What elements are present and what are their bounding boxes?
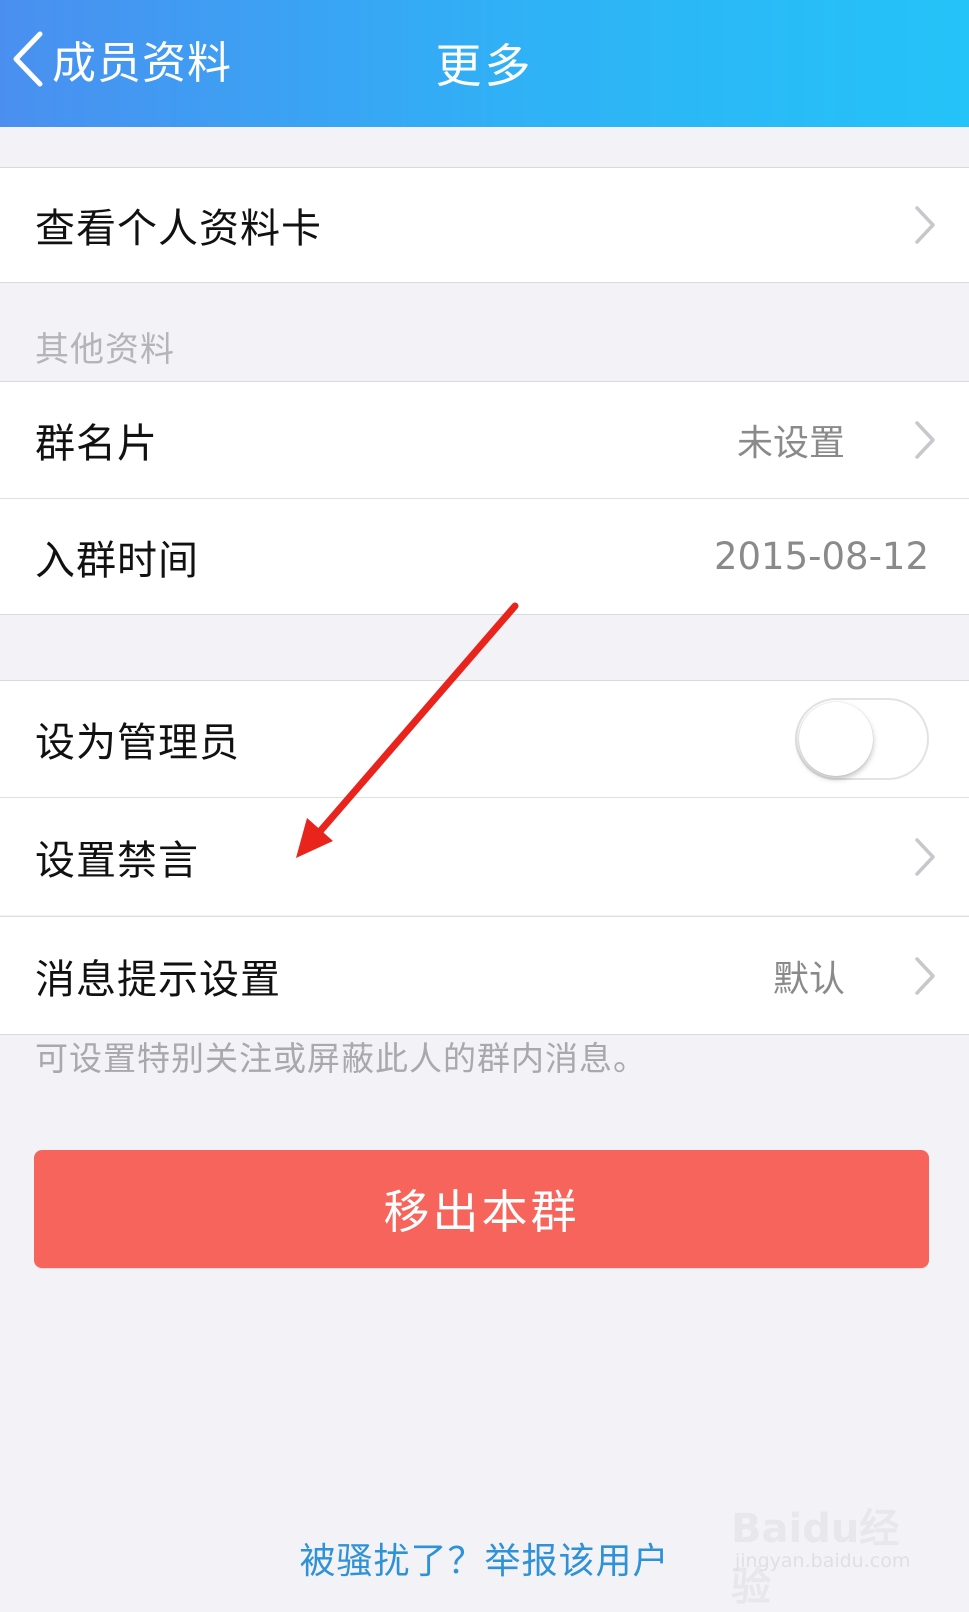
toggle-knob [799,702,873,776]
message-notify-label: 消息提示设置 [35,956,281,1003]
view-profile-card-label: 查看个人资料卡 [35,206,322,252]
join-time-label: 入群时间 [35,537,199,584]
chevron-right-icon [915,837,935,876]
watermark: Baidu经验 jingyan.baidu.com [731,1490,921,1610]
group-card-row[interactable]: 群名片 未设置 [0,381,969,498]
message-notify-value: 默认 [772,958,845,1000]
view-profile-card-row[interactable]: 查看个人资料卡 [0,167,969,283]
set-admin-row: 设为管理员 [0,680,969,797]
watermark-url: jingyan.baidu.com [735,1550,911,1572]
set-admin-toggle[interactable] [795,698,929,780]
mute-label: 设置禁言 [35,837,199,884]
page-title: 更多 [435,39,534,93]
join-time-row: 入群时间 2015-08-12 [0,499,969,615]
join-time-value: 2015-08-12 [713,535,929,578]
set-admin-label: 设为管理员 [35,720,240,766]
message-settings-footnote: 可设置特别关注或屏蔽此人的群内消息。 [35,1039,647,1078]
nav-bar: 成员资料 更多 [0,0,969,127]
chevron-right-icon [915,421,935,459]
chevron-right-icon [915,206,935,244]
group-card-label: 群名片 [35,421,158,467]
message-notify-row[interactable]: 消息提示设置 默认 [0,917,969,1035]
group-card-value: 未设置 [736,423,845,464]
chevron-right-icon [915,956,935,995]
remove-from-group-button[interactable]: 移出本群 [34,1150,929,1268]
mute-row[interactable]: 设置禁言 [0,798,969,915]
section-header-other-info: 其他资料 [35,330,175,370]
